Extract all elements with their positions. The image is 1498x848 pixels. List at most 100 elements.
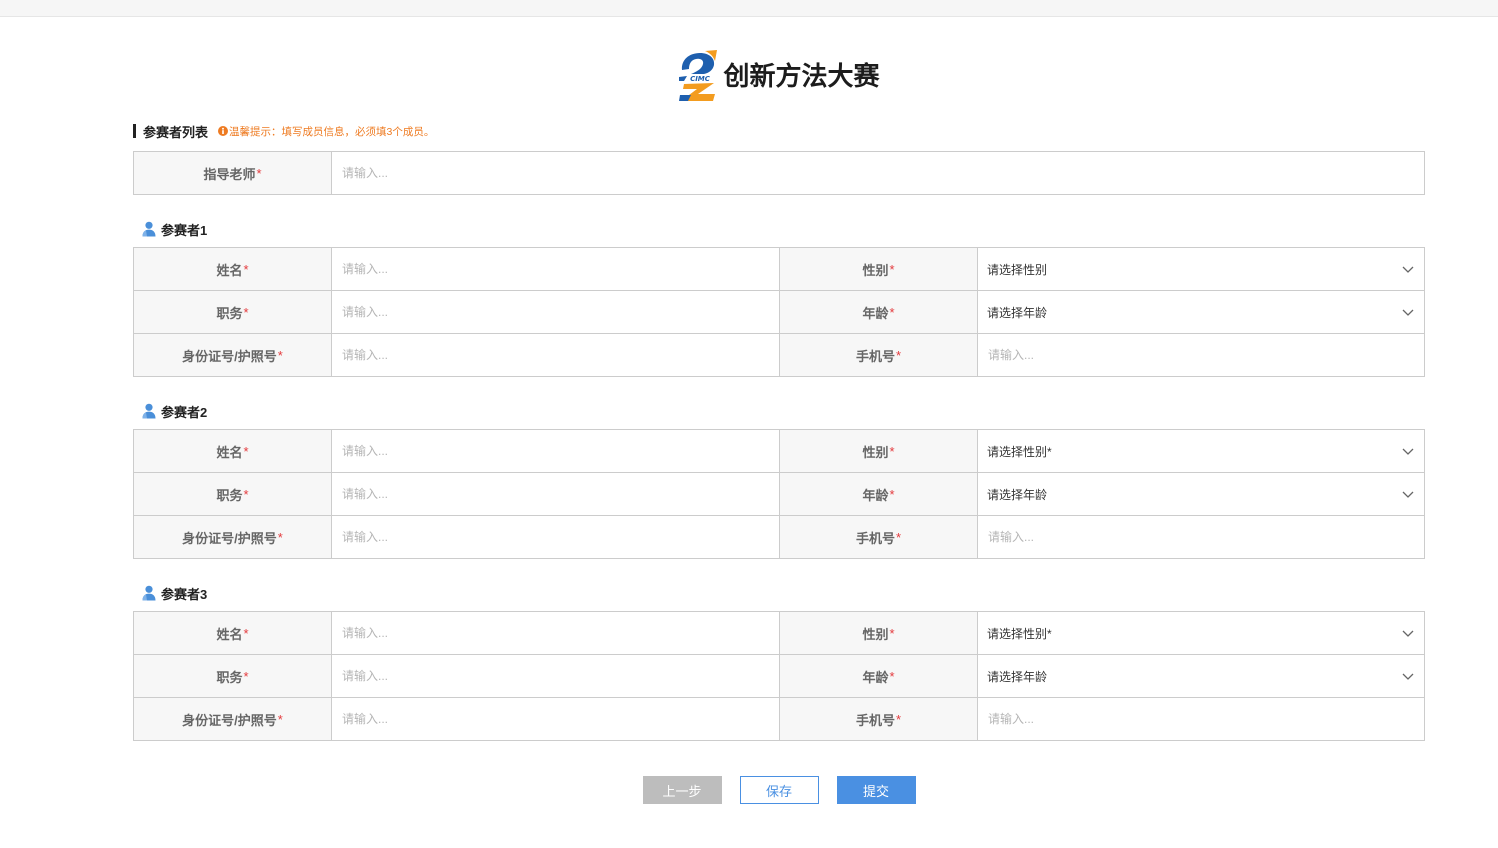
required-mark: * [889, 625, 895, 641]
advisor-label-text: 指导老师 [203, 166, 256, 182]
required-mark: * [243, 443, 249, 459]
participant-3-name-label: 姓名 * [134, 612, 332, 655]
main-content: CIMC 创新方法大赛 参赛者列表 温馨提示：填写成员信息，必须填3个成员。 指… [133, 50, 1425, 804]
participant-3-age-label: 年龄 * [780, 655, 978, 698]
submit-button[interactable]: 提交 [836, 776, 916, 804]
id-label-text: 身份证号/护照号 [182, 530, 277, 546]
participant-2-position-cell [332, 473, 780, 516]
section-accent-bar [133, 124, 136, 138]
participant-3-phone-input[interactable] [978, 698, 1424, 740]
logo-mark-text: CIMC [691, 75, 712, 83]
participant-3-name-input[interactable] [332, 612, 779, 654]
info-circle-icon [218, 126, 229, 136]
chevron-down-icon [1402, 673, 1414, 680]
participant-2-id-cell [332, 516, 780, 559]
participant-3-title: 参赛者3 [161, 586, 208, 602]
required-mark: * [889, 261, 895, 277]
participant-2-gender-label: 性别 * [780, 430, 978, 473]
required-mark: * [889, 443, 895, 459]
required-mark: * [889, 668, 895, 684]
participant-2-gender-select[interactable]: 请选择性别* [978, 430, 1424, 472]
participant-3-position-input[interactable] [332, 655, 779, 697]
id-label-text: 身份证号/护照号 [182, 348, 277, 364]
prev-step-button[interactable]: 上一步 [642, 776, 722, 804]
participant-2-phone-input[interactable] [978, 516, 1424, 558]
brand-header: CIMC 创新方法大赛 [133, 50, 1425, 102]
participant-3-id-cell [332, 698, 780, 741]
participant-1-position-input[interactable] [332, 291, 779, 333]
required-mark: * [895, 529, 902, 545]
advisor-label: 指导老师 * [134, 152, 332, 195]
participant-2-phone-label: 手机号 * [780, 516, 978, 559]
advisor-table: 指导老师 * [133, 151, 1425, 195]
participant-3-header: 参赛者3 [133, 584, 1425, 602]
hint: 温馨提示：填写成员信息，必须填3个成员。 [218, 124, 434, 139]
gender-select-value: 请选择性别 [987, 262, 1048, 277]
advisor-cell [332, 152, 1425, 195]
section-title: 参赛者列表 [143, 124, 209, 140]
top-bar [0, 0, 1498, 17]
participant-2-header: 参赛者2 [133, 402, 1425, 420]
age-select-value: 请选择年龄 [987, 487, 1048, 502]
participant-2-title: 参赛者2 [161, 404, 208, 420]
participant-2-age-select[interactable]: 请选择年龄 [978, 473, 1424, 515]
position-label-text: 职务 [216, 669, 243, 685]
chevron-down-icon [1402, 266, 1414, 273]
participant-1-id-label: 身份证号/护照号 * [134, 334, 332, 377]
required-mark: * [889, 486, 895, 502]
phone-label-text: 手机号 [855, 712, 895, 728]
chevron-down-icon [1402, 491, 1414, 498]
participant-2-name-input[interactable] [332, 430, 779, 472]
hint-text: 温馨提示：填写成员信息，必须填3个成员。 [229, 125, 435, 138]
participant-1-phone-label: 手机号 * [780, 334, 978, 377]
participant-3-age-select[interactable]: 请选择年龄 [978, 655, 1424, 697]
save-button[interactable]: 保存 [739, 776, 819, 804]
participant-1-name-label: 姓名 * [134, 248, 332, 291]
participant-1-age-select[interactable]: 请选择年龄 [978, 291, 1424, 333]
participant-1-name-input[interactable] [332, 248, 779, 290]
participant-1-gender-select[interactable]: 请选择性别 [978, 248, 1424, 290]
participant-1-position-cell [332, 291, 780, 334]
participant-1-name-cell [332, 248, 780, 291]
participant-2-id-input[interactable] [332, 516, 779, 558]
participant-2-gender-cell: 请选择性别* [978, 430, 1425, 473]
user-icon [142, 585, 156, 601]
id-label-text: 身份证号/护照号 [182, 712, 277, 728]
required-mark: * [277, 711, 283, 727]
participant-1-position-label: 职务 * [134, 291, 332, 334]
age-select-value: 请选择年龄 [987, 305, 1048, 320]
required-mark: * [243, 261, 249, 277]
required-mark: * [889, 304, 895, 320]
participant-1-table: 姓名* 性别* 请选择性别 职务* 年龄* 请选择年龄 [133, 247, 1425, 377]
participant-3-id-input[interactable] [332, 698, 779, 740]
advisor-input[interactable] [332, 152, 1424, 194]
participant-3-gender-select[interactable]: 请选择性别* [978, 612, 1424, 654]
required-mark: * [277, 529, 283, 545]
position-label-text: 职务 [216, 487, 243, 503]
required-mark: * [243, 625, 249, 641]
age-label-text: 年龄 [862, 305, 889, 321]
name-label-text: 姓名 [216, 444, 243, 460]
age-label-text: 年龄 [862, 487, 889, 503]
participant-3-position-label: 职务 * [134, 655, 332, 698]
participant-3-gender-cell: 请选择性别* [978, 612, 1425, 655]
participant-3-position-cell [332, 655, 780, 698]
participant-3-age-cell: 请选择年龄 [978, 655, 1425, 698]
participant-2-age-label: 年龄 * [780, 473, 978, 516]
participant-1-id-cell [332, 334, 780, 377]
participant-3-phone-label: 手机号 * [780, 698, 978, 741]
required-mark: * [256, 165, 262, 181]
gender-label-text: 性别 [862, 626, 889, 642]
chevron-down-icon [1402, 630, 1414, 637]
required-mark: * [277, 347, 283, 363]
required-mark: * [243, 304, 249, 320]
required-mark: * [243, 486, 249, 502]
participant-2-position-input[interactable] [332, 473, 779, 515]
participant-1-gender-label: 性别 * [780, 248, 978, 291]
participant-1-id-input[interactable] [332, 334, 779, 376]
participant-1-phone-input[interactable] [978, 334, 1424, 376]
user-icon [142, 403, 156, 419]
participant-2-id-label: 身份证号/护照号 * [134, 516, 332, 559]
required-mark: * [895, 711, 902, 727]
participant-1-age-cell: 请选择年龄 [978, 291, 1425, 334]
